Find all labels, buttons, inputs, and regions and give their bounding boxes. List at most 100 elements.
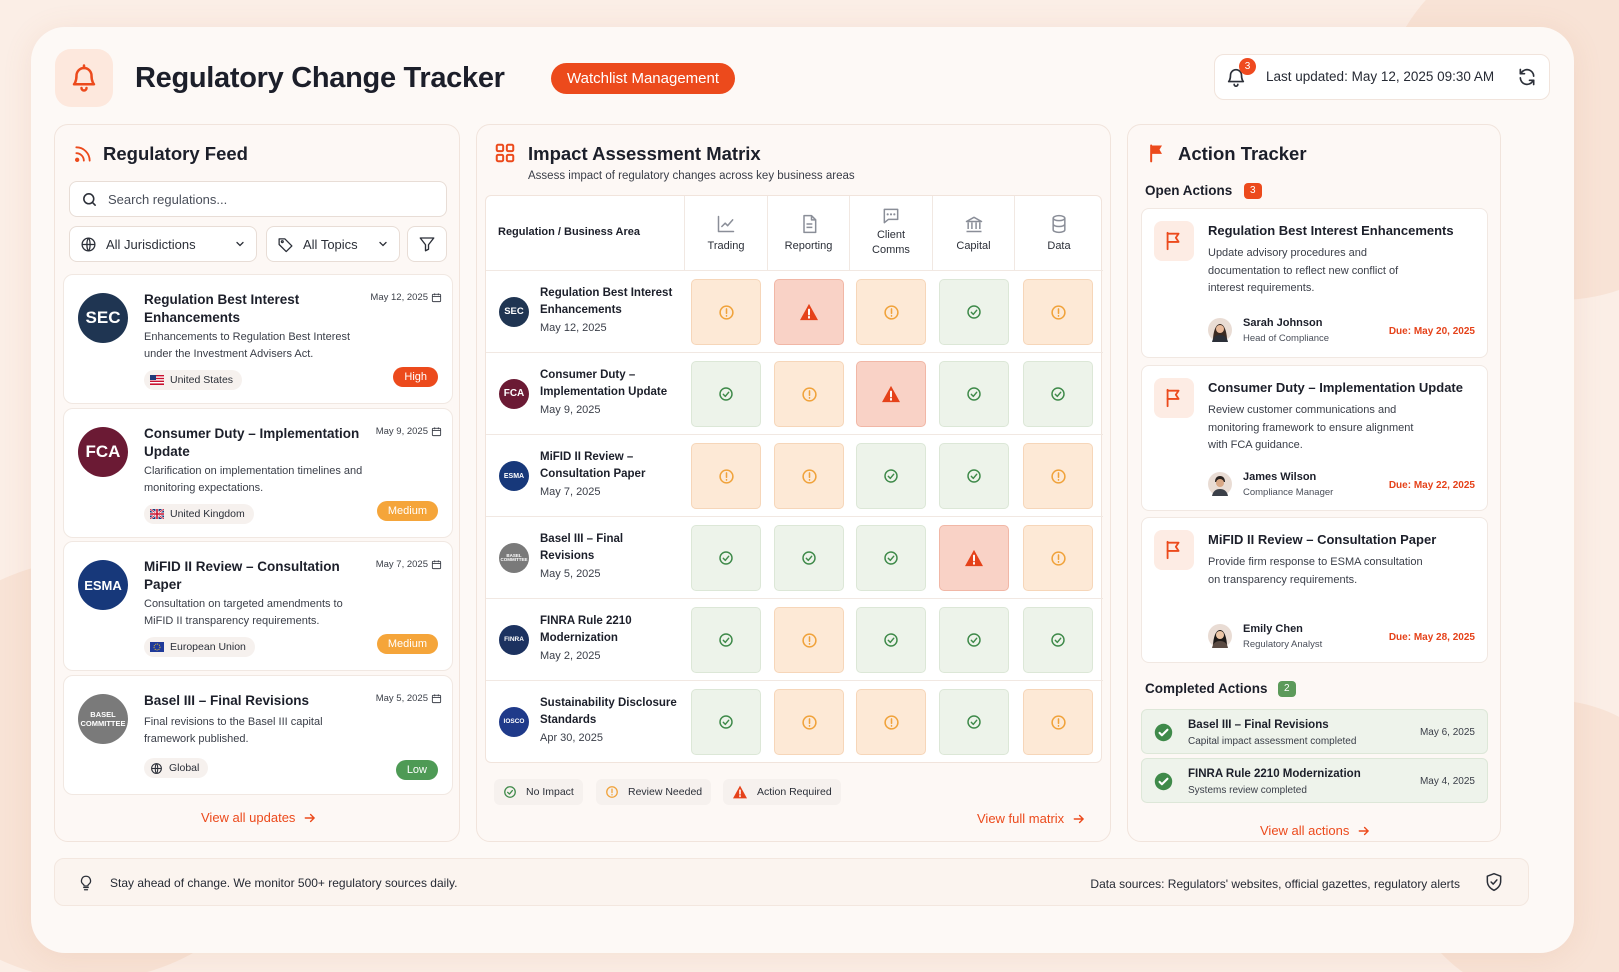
document-icon xyxy=(802,214,816,234)
check-circle-icon xyxy=(1154,723,1173,742)
impact-cell-no-impact[interactable] xyxy=(939,279,1009,345)
regulation-name: Basel III – Final Revisions xyxy=(540,533,624,562)
impact-cell-review-needed[interactable] xyxy=(1023,443,1093,509)
impact-cell-no-impact[interactable] xyxy=(691,525,761,591)
exclamation-circle-icon xyxy=(801,468,817,484)
legend-review-needed: Review Needed xyxy=(596,779,712,805)
impact-cell-review-needed[interactable] xyxy=(856,689,926,755)
view-full-matrix-link[interactable]: View full matrix xyxy=(977,811,1086,826)
watchlist-management-button[interactable]: Watchlist Management xyxy=(551,63,736,94)
impact-cell-review-needed[interactable] xyxy=(1023,689,1093,755)
trend-icon xyxy=(717,215,735,233)
completed-action-card[interactable]: Basel III – Final Revisions Capital impa… xyxy=(1141,709,1488,754)
feed-item[interactable]: ESMA MiFID II Review – Consultation Pape… xyxy=(63,541,453,671)
feed-item[interactable]: BASEL COMMITTEE Basel III – Final Revisi… xyxy=(63,675,453,795)
column-header-label: Client Comms xyxy=(872,229,910,256)
column-header-client-comms: Client Comms xyxy=(849,196,932,270)
impact-cell-review-needed[interactable] xyxy=(774,689,844,755)
view-all-updates-link[interactable]: View all updates xyxy=(201,810,317,825)
impact-cell-review-needed[interactable] xyxy=(691,279,761,345)
check-circle-icon xyxy=(719,715,733,729)
lightbulb-icon xyxy=(80,875,92,891)
completed-action-date: May 6, 2025 xyxy=(1419,727,1475,738)
open-action-card[interactable]: Consumer Duty – Implementation Update Re… xyxy=(1141,365,1488,511)
warning-triangle-icon xyxy=(965,549,983,567)
impact-cell-action-required[interactable] xyxy=(774,279,844,345)
matrix-row[interactable]: FCA Consumer Duty – Implementation Update… xyxy=(486,352,1103,434)
feed-item[interactable]: SEC Regulation Best Interest Enhancement… xyxy=(63,274,453,404)
assignee-name: James Wilson xyxy=(1243,471,1317,483)
due-date: Due: May 20, 2025 xyxy=(1388,326,1475,337)
column-header-label: Trading xyxy=(707,240,745,252)
impact-cell-no-impact[interactable] xyxy=(856,443,926,509)
matrix-row[interactable]: FINRA FINRA Rule 2210 Modernization May 2,… xyxy=(486,598,1103,680)
matrix-row[interactable]: SEC Regulation Best Interest Enhancements… xyxy=(486,270,1103,352)
feed-item-date-text: May 9, 2025 xyxy=(375,426,428,437)
feed-item-title: Basel III – Final Revisions xyxy=(144,693,310,708)
impact-cell-no-impact[interactable] xyxy=(939,689,1009,755)
severity-badge-medium: Medium xyxy=(376,634,438,654)
warning-triangle-icon xyxy=(800,303,818,321)
legend-review-needed-label: Review Needed xyxy=(628,786,703,798)
impact-cell-review-needed[interactable] xyxy=(774,361,844,427)
action-description: Review customer communications and monit… xyxy=(1208,404,1414,451)
search-input[interactable] xyxy=(108,182,438,216)
matrix-row-label: FINRA FINRA Rule 2210 Modernization May 2,… xyxy=(486,599,684,680)
impact-cell-no-impact[interactable] xyxy=(691,689,761,755)
impact-cell-no-impact[interactable] xyxy=(774,525,844,591)
impact-cell-no-impact[interactable] xyxy=(1023,361,1093,427)
exclamation-circle-icon xyxy=(1050,304,1066,320)
shield-icon xyxy=(1486,872,1502,892)
impact-cell-no-impact[interactable] xyxy=(939,443,1009,509)
feed-item[interactable]: FCA Consumer Duty – Implementation Updat… xyxy=(63,408,453,538)
completed-action-card[interactable]: FINRA Rule 2210 Modernization Systems re… xyxy=(1141,758,1488,803)
check-circle-icon xyxy=(967,469,981,483)
jurisdiction-dropdown[interactable]: All Jurisdictions xyxy=(69,226,257,262)
topic-dropdown[interactable]: All Topics xyxy=(266,226,400,262)
impact-cell-review-needed[interactable] xyxy=(774,443,844,509)
open-action-card[interactable]: Regulation Best Interest Enhancements Up… xyxy=(1141,208,1488,358)
impact-cell-review-needed[interactable] xyxy=(1023,279,1093,345)
impact-cell-review-needed[interactable] xyxy=(774,607,844,673)
esma-logo: ESMA xyxy=(78,560,128,610)
notifications-button[interactable]: 3 xyxy=(1225,58,1256,91)
matrix-row[interactable]: IOSCO Sustainability Disclosure Standards… xyxy=(486,680,1103,762)
filter-button[interactable] xyxy=(407,226,447,262)
impact-cell-review-needed[interactable] xyxy=(856,279,926,345)
due-date: Due: May 28, 2025 xyxy=(1388,632,1475,643)
avatar-image xyxy=(1208,624,1232,648)
impact-cell-no-impact[interactable] xyxy=(856,607,926,673)
completed-action-subtitle: Capital impact assessment completed xyxy=(1188,736,1357,747)
feed-item-title: MiFID II Review – Consultation Paper xyxy=(144,559,340,592)
feed-item-date: May 5, 2025 xyxy=(376,693,442,704)
check-circle-icon xyxy=(1051,387,1065,401)
impact-cell-review-needed[interactable] xyxy=(691,443,761,509)
impact-cell-action-required[interactable] xyxy=(939,525,1009,591)
avatar xyxy=(1208,624,1232,648)
check-circle-icon xyxy=(504,786,516,798)
refresh-icon xyxy=(1519,68,1535,86)
matrix-row[interactable]: BASEL COMMITTEE Basel III – Final Revisio… xyxy=(486,516,1103,598)
feed-item-date-text: May 5, 2025 xyxy=(375,693,428,704)
feed-item-date-text: May 7, 2025 xyxy=(375,559,428,570)
check-circle-icon xyxy=(719,387,733,401)
impact-cell-review-needed[interactable] xyxy=(1023,525,1093,591)
search-icon xyxy=(83,193,96,206)
impact-cell-no-impact[interactable] xyxy=(691,607,761,673)
impact-cell-no-impact[interactable] xyxy=(939,607,1009,673)
impact-cell-no-impact[interactable] xyxy=(691,361,761,427)
open-action-card[interactable]: MiFID II Review – Consultation Paper Pro… xyxy=(1141,517,1488,663)
refresh-button[interactable] xyxy=(1517,67,1537,92)
impact-cell-no-impact[interactable] xyxy=(856,525,926,591)
notification-count-badge: 3 xyxy=(1239,58,1256,75)
impact-cell-no-impact[interactable] xyxy=(939,361,1009,427)
matrix-row-label: FCA Consumer Duty – Implementation Update… xyxy=(486,353,684,434)
column-header-capital: Capital xyxy=(932,196,1014,270)
footer-tip: Stay ahead of change. We monitor 500+ re… xyxy=(110,876,458,890)
matrix-row[interactable]: ESMA MiFID II Review – Consultation Paper… xyxy=(486,434,1103,516)
footer-bar: Stay ahead of change. We monitor 500+ re… xyxy=(54,858,1529,906)
view-all-actions-link[interactable]: View all actions xyxy=(1260,823,1371,838)
topic-dropdown-label: All Topics xyxy=(303,237,358,252)
impact-cell-action-required[interactable] xyxy=(856,361,926,427)
impact-cell-no-impact[interactable] xyxy=(1023,607,1093,673)
